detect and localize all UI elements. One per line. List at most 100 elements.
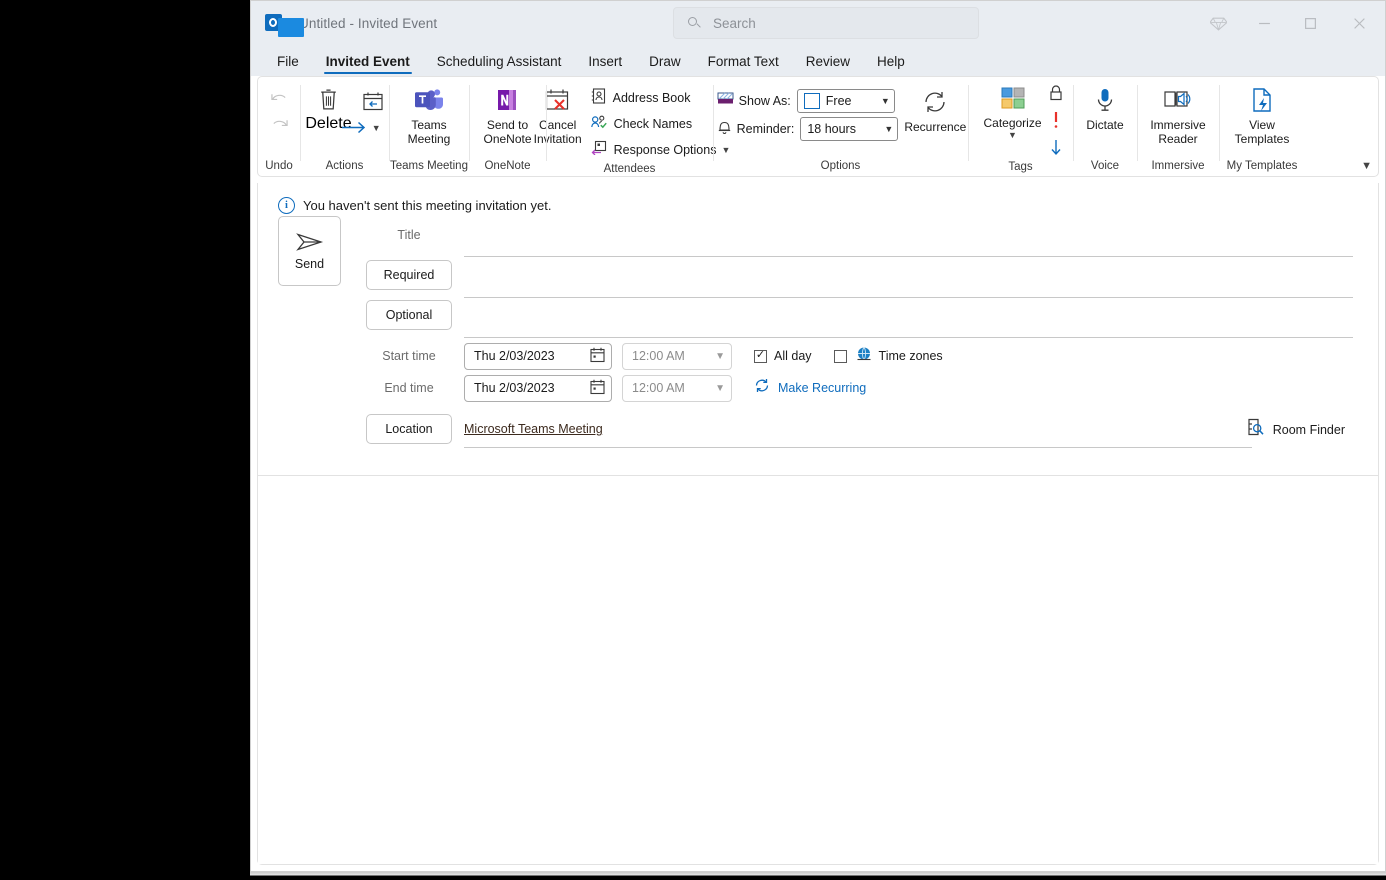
high-importance-icon[interactable] (1052, 111, 1060, 134)
outlook-app-icon (265, 13, 304, 37)
location-value[interactable]: Microsoft Teams Meeting (464, 422, 603, 436)
end-date-value: Thu 2/03/2023 (474, 381, 555, 395)
optional-input[interactable] (464, 297, 1353, 338)
start-date-input[interactable]: Thu 2/03/2023 (464, 342, 612, 370)
immersive-reader-button[interactable]: Immersive Reader (1144, 83, 1211, 146)
start-time-label: Start time (382, 349, 436, 363)
check-names-label: Check Names (613, 117, 693, 131)
end-date-input[interactable]: Thu 2/03/2023 (464, 374, 612, 402)
minimize-button[interactable] (1241, 1, 1287, 45)
actions-more-chevron-down-icon[interactable]: ▼ (372, 123, 381, 133)
ribbon-group-actions: Delete ▼ Actions (300, 77, 389, 176)
recurrence-label: Recurrence (904, 120, 967, 134)
immersive-reader-label-line1: Immersive (1150, 118, 1206, 132)
reminder-dropdown[interactable]: 18 hours ▼ (800, 117, 899, 141)
private-lock-icon[interactable] (1048, 84, 1064, 106)
end-time-input[interactable]: 12:00 AM ▼ (622, 374, 732, 402)
send-icon (295, 233, 323, 251)
info-icon: i (278, 197, 295, 214)
ribbon-group-voice: Dictate Voice (1073, 77, 1137, 176)
required-button[interactable]: Required (366, 260, 452, 290)
dictate-button[interactable]: Dictate (1079, 83, 1131, 132)
maximize-button[interactable] (1287, 1, 1333, 45)
tab-draw[interactable]: Draw (639, 54, 691, 76)
outlook-meeting-window: Untitled - Invited Event Search File Inv… (250, 0, 1386, 872)
all-day-checkbox[interactable]: ✓ All day (754, 349, 812, 363)
tab-format-text[interactable]: Format Text (698, 54, 789, 76)
show-as-dropdown[interactable]: Free ▼ (796, 89, 895, 113)
required-input[interactable] (464, 257, 1353, 298)
low-importance-icon[interactable] (1049, 139, 1063, 161)
end-time-row: End time Thu 2/03/2023 12:00 AM ▼ Make R… (366, 372, 866, 404)
search-box[interactable]: Search (673, 7, 979, 39)
message-body[interactable] (258, 476, 1378, 864)
time-zones-checkbox[interactable]: Time zones (833, 346, 943, 367)
window-drop-shadow (250, 872, 1386, 878)
location-row: Location Microsoft Teams Meeting Room Fi… (366, 411, 1353, 448)
tab-file[interactable]: File (267, 54, 309, 76)
title-row: Title (366, 223, 1353, 257)
tab-scheduling-assistant[interactable]: Scheduling Assistant (427, 54, 572, 76)
location-button[interactable]: Location (366, 414, 452, 444)
start-time-row: Start time Thu 2/03/2023 12:00 AM ▼ ✓ Al… (366, 340, 943, 372)
address-book-label: Address Book (612, 91, 691, 105)
ribbon: Undo Delete ▼ Actions Teams Meeting Team… (257, 76, 1379, 177)
immersive-reader-label-line2: Reader (1158, 132, 1198, 146)
free-status-swatch (803, 93, 820, 109)
teams-meeting-label-line2: Meeting (407, 132, 451, 146)
view-templates-label-line2: Templates (1234, 132, 1290, 146)
search-placeholder: Search (713, 15, 756, 31)
end-date-calendar-icon[interactable] (590, 379, 605, 398)
ribbon-group-teams-meeting: Teams Meeting Teams Meeting (389, 77, 469, 176)
send-button[interactable]: Send (278, 216, 341, 286)
room-finder-button[interactable]: Room Finder (1247, 418, 1345, 441)
view-templates-button[interactable]: View Templates (1229, 83, 1296, 146)
info-bar: i You haven't sent this meeting invitati… (258, 183, 1378, 214)
response-options-icon (591, 140, 607, 160)
send-to-onenote-label-line1: Send to (486, 118, 529, 132)
recurrence-button[interactable]: Recurrence (898, 83, 972, 134)
categorize-label: Categorize (983, 116, 1042, 130)
location-input[interactable]: Microsoft Teams Meeting (464, 411, 1252, 448)
show-as-value: Free (825, 94, 852, 108)
reminder-label: Reminder: (736, 122, 795, 136)
diamond-icon[interactable] (1195, 1, 1241, 45)
tab-insert[interactable]: Insert (578, 54, 632, 76)
ribbon-group-options: Show As: Free ▼ Reminder: 18 hours ▼ Rec… (713, 77, 968, 176)
categorize-chevron-down-icon[interactable]: ▼ (1008, 130, 1017, 140)
ribbon-group-label-tags: Tags (1008, 161, 1033, 173)
tab-invited-event[interactable]: Invited Event (316, 54, 420, 76)
window-title: Untitled - Invited Event (299, 16, 437, 31)
cancel-invitation-label-line2: Invitation (533, 132, 582, 146)
meeting-notes-button[interactable] (362, 85, 384, 116)
categorize-button[interactable]: Categorize ▼ (977, 81, 1047, 140)
forward-button[interactable] (341, 121, 367, 134)
teams-meeting-label-line1: Teams (411, 118, 447, 132)
optional-button[interactable]: Optional (366, 300, 452, 330)
ribbon-group-attendees: Cancel Invitation Address Book Check Nam… (534, 77, 730, 176)
search-icon (688, 16, 701, 30)
start-time-input[interactable]: 12:00 AM ▼ (622, 342, 732, 370)
redo-button[interactable] (269, 111, 290, 137)
tab-review[interactable]: Review (796, 54, 860, 76)
teams-meeting-button[interactable]: Teams Meeting (402, 83, 457, 146)
ribbon-group-label-voice: Voice (1090, 160, 1120, 172)
cancel-invitation-button[interactable]: Cancel Invitation (527, 83, 589, 146)
reminder-chevron-down-icon: ▼ (884, 124, 894, 134)
title-input[interactable] (464, 223, 1353, 257)
tab-help[interactable]: Help (867, 54, 915, 76)
ribbon-tab-bar: File Invited Event Scheduling Assistant … (251, 45, 1385, 76)
make-recurring-button[interactable]: Make Recurring (754, 378, 866, 398)
start-date-calendar-icon[interactable] (590, 347, 605, 366)
meeting-form: i You haven't sent this meeting invitati… (257, 183, 1379, 865)
undo-button[interactable] (269, 85, 290, 111)
start-time-value: 12:00 AM (632, 349, 685, 363)
bell-icon (717, 119, 732, 140)
all-day-checkbox-box: ✓ (754, 349, 767, 363)
show-as-chevron-down-icon: ▼ (880, 96, 890, 106)
address-book-icon (591, 87, 606, 109)
close-button[interactable] (1333, 1, 1385, 45)
immersive-reader-icon (1163, 85, 1193, 115)
ribbon-group-undo: Undo (258, 77, 300, 176)
collapse-ribbon-chevron-down-icon[interactable]: ▼ (1361, 160, 1372, 172)
